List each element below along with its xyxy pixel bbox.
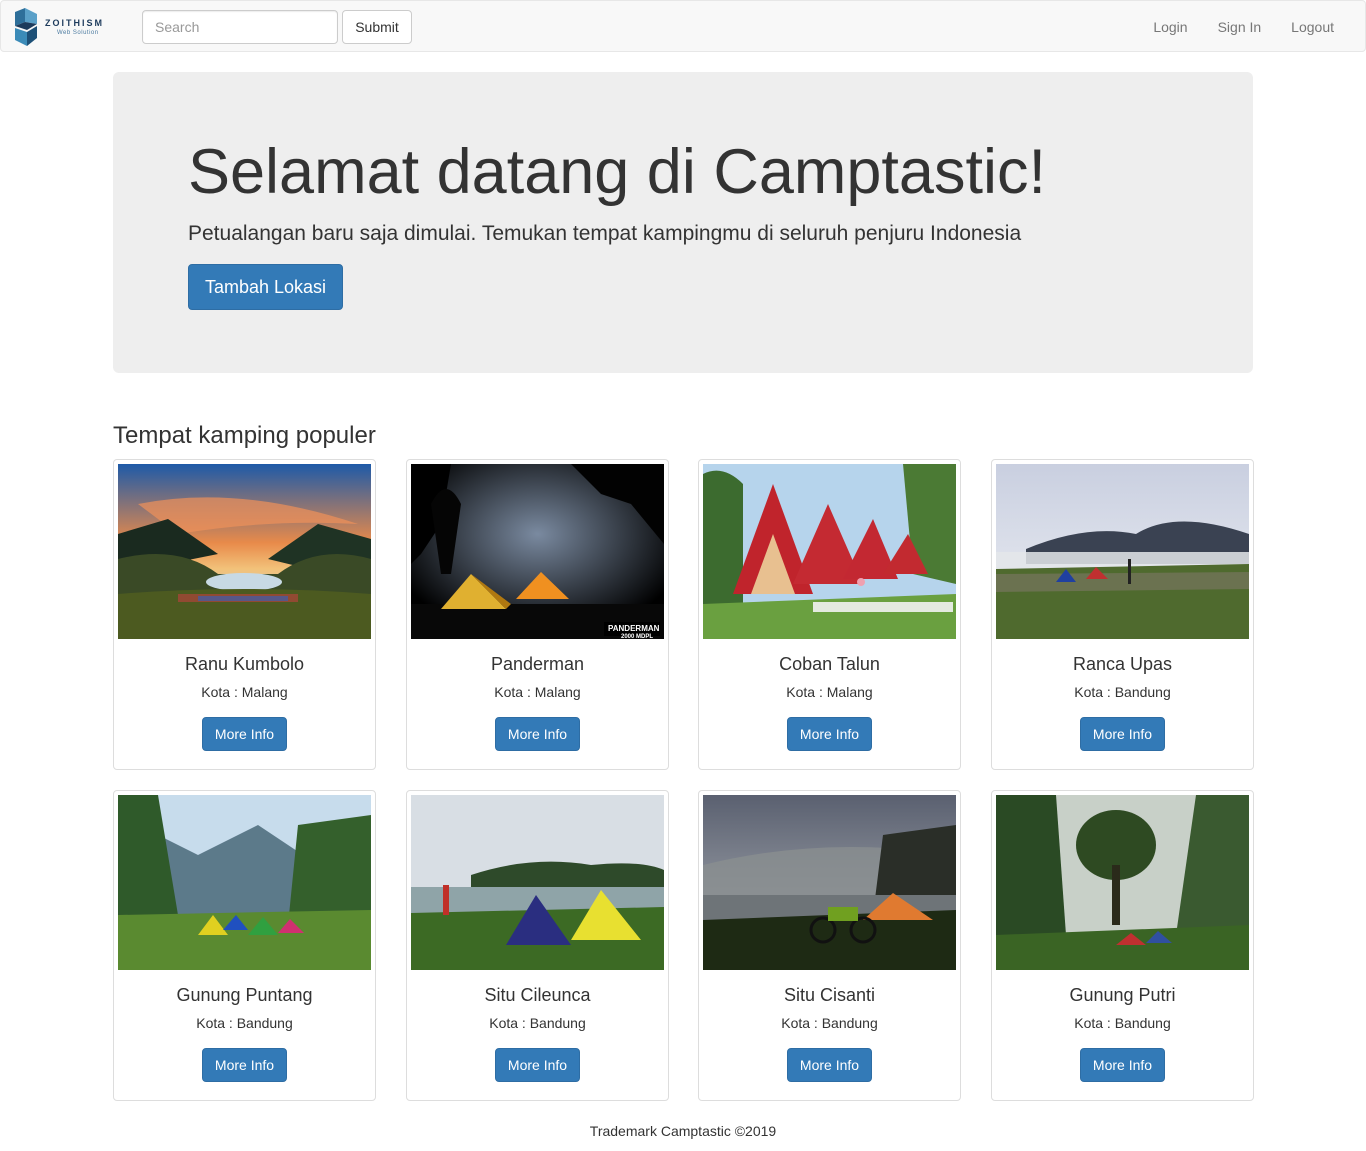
more-info-button[interactable]: More Info [495,1047,580,1082]
place-name: Gunung Puntang [176,985,313,1005]
place-card: Situ Cisanti Kota : Bandung More Info [698,790,961,1101]
more-info-button[interactable]: More Info [495,716,580,751]
svg-text:PANDERMAN: PANDERMAN [608,624,660,633]
place-name: Situ Cisanti [783,985,876,1005]
brand-name: ZOITHISM [45,17,104,28]
logout-link[interactable]: Logout [1276,1,1349,53]
more-info-button[interactable]: More Info [787,716,872,751]
place-card: PANDERMAN 2000 MDPL Panderman Kota : Mal… [406,459,669,770]
brand-tagline: Web Solution [57,29,99,36]
place-card: Gunung Puntang Kota : Bandung More Info [113,790,376,1101]
place-name: Coban Talun [779,654,880,674]
nav-links: Login Sign In Logout [1138,1,1349,53]
hero-jumbotron: Selamat datang di Camptastic! Petualanga… [113,72,1253,373]
place-city: Kota : Bandung [1074,683,1171,700]
place-city: Kota : Bandung [781,1014,878,1031]
place-photo[interactable] [703,464,956,639]
sign-in-link[interactable]: Sign In [1203,1,1277,53]
section-title: Tempat kamping populer [113,422,376,449]
hero-subtitle: Petualangan baru saja dimulai. Temukan t… [188,222,1022,245]
zoithism-logo-icon [15,8,37,46]
place-photo[interactable] [118,464,371,639]
more-info-button[interactable]: More Info [787,1047,872,1082]
submit-button[interactable]: Submit [342,10,412,44]
more-info-button[interactable]: More Info [202,716,287,751]
place-card: Gunung Putri Kota : Bandung More Info [991,790,1254,1101]
place-card: Coban Talun Kota : Malang More Info [698,459,961,770]
place-card: Ranca Upas Kota : Bandung More Info [991,459,1254,770]
place-city: Kota : Bandung [489,1014,586,1031]
place-photo[interactable] [996,795,1249,970]
top-navbar: ZOITHISM Web Solution Submit Login Sign … [0,0,1366,52]
footer-text: Trademark Camptastic ©2019 [589,1123,777,1139]
place-photo[interactable] [118,795,371,970]
hero-title: Selamat datang di Camptastic! [188,137,1046,207]
place-city: Kota : Bandung [1074,1014,1171,1031]
svg-text:2000 MDPL: 2000 MDPL [621,634,653,639]
search-input[interactable] [142,10,338,44]
brand-logo[interactable]: ZOITHISM Web Solution [15,7,115,47]
place-photo[interactable]: PANDERMAN 2000 MDPL [411,464,664,639]
login-link[interactable]: Login [1138,1,1202,53]
place-photo[interactable] [411,795,664,970]
place-name: Ranu Kumbolo [184,654,305,674]
place-city: Kota : Malang [786,683,873,700]
place-card: Situ Cileunca Kota : Bandung More Info [406,790,669,1101]
more-info-button[interactable]: More Info [202,1047,287,1082]
place-name: Panderman [490,654,585,674]
place-card: Ranu Kumbolo Kota : Malang More Info [113,459,376,770]
place-city: Kota : Malang [494,683,581,700]
place-name: Situ Cileunca [484,985,591,1005]
place-name: Ranca Upas [1072,654,1173,674]
place-city: Kota : Malang [201,683,288,700]
place-name: Gunung Putri [1069,985,1176,1005]
more-info-button[interactable]: More Info [1080,716,1165,751]
place-city: Kota : Bandung [196,1014,293,1031]
place-photo[interactable] [996,464,1249,639]
add-location-button[interactable]: Tambah Lokasi [188,264,343,310]
more-info-button[interactable]: More Info [1080,1047,1165,1082]
place-photo[interactable] [703,795,956,970]
